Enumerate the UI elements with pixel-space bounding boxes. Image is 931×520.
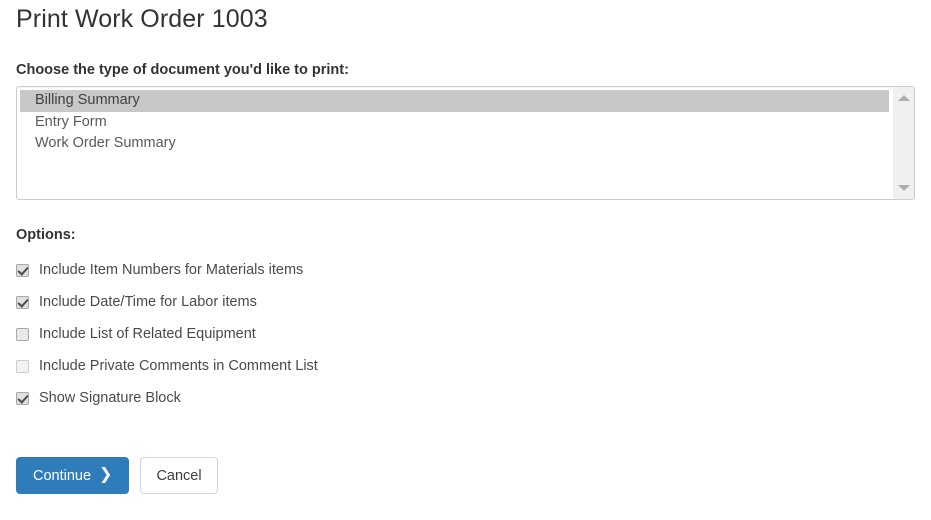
option-row-item-numbers[interactable]: Include Item Numbers for Materials items [16,254,915,286]
document-type-label: Choose the type of document you'd like t… [16,62,349,78]
document-type-listbox[interactable]: Billing Summary Entry Form Work Order Su… [16,86,915,200]
option-row-private-comments[interactable]: Include Private Comments in Comment List [16,350,915,382]
option-label-signature-block: Show Signature Block [39,390,181,406]
checkbox-item-numbers[interactable] [16,263,29,277]
option-label-private-comments: Include Private Comments in Comment List [39,358,318,374]
checkbox-related-equipment[interactable] [16,327,29,341]
scroll-up-button[interactable] [893,89,914,107]
checkbox-date-time[interactable] [16,295,29,309]
action-buttons: Continue ❯ Cancel [16,457,915,494]
continue-button-label: Continue [33,467,92,484]
checkbox-signature-block[interactable] [16,391,29,405]
option-row-signature-block[interactable]: Show Signature Block [16,382,915,414]
listbox-option-work-order-summary[interactable]: Work Order Summary [20,133,889,155]
print-work-order-page: Print Work Order 1003 Choose the type of… [0,0,931,494]
option-label-item-numbers: Include Item Numbers for Materials items [39,262,304,278]
listbox-option-billing-summary[interactable]: Billing Summary [20,90,889,112]
option-label-date-time: Include Date/Time for Labor items [39,294,257,310]
page-title: Print Work Order 1003 [16,5,268,33]
checkbox-private-comments[interactable] [16,359,29,373]
option-row-date-time[interactable]: Include Date/Time for Labor items [16,286,915,318]
continue-button[interactable]: Continue ❯ [16,457,130,494]
caret-down-icon [898,185,910,191]
scroll-down-button[interactable] [893,179,914,197]
cancel-button[interactable]: Cancel [140,457,218,494]
listbox-scrollbar[interactable] [892,87,914,199]
option-label-related-equipment: Include List of Related Equipment [39,326,256,342]
document-type-option-list: Billing Summary Entry Form Work Order Su… [20,90,889,196]
chevron-right-icon: ❯ [99,465,113,483]
caret-up-icon [898,95,910,101]
option-row-related-equipment[interactable]: Include List of Related Equipment [16,318,915,350]
options-label: Options: [16,227,76,243]
listbox-option-entry-form[interactable]: Entry Form [20,112,889,134]
